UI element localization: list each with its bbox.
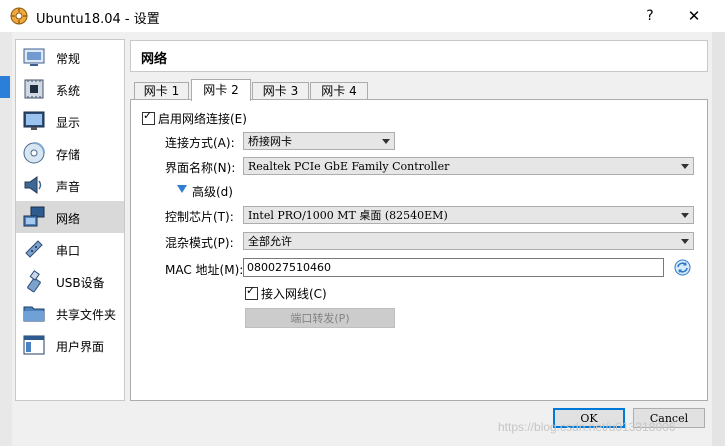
- expand-triangle-icon[interactable]: [177, 185, 187, 194]
- network-icon: [23, 206, 45, 227]
- help-button[interactable]: ?: [636, 4, 664, 28]
- cable-connected-checkbox[interactable]: ✓: [245, 284, 258, 300]
- page-header: 网络: [130, 40, 708, 72]
- sidebar-item-label: 常规: [56, 52, 81, 66]
- serial-port-icon: [25, 240, 43, 258]
- settings-sidebar: 常规 系统 显示 存储 声音 网络 串口 USB设备 共享文件夹 用户界面: [15, 39, 125, 401]
- interface-name-label: 界面名称(N):: [165, 161, 236, 175]
- sidebar-item-network[interactable]: 网络: [16, 201, 124, 233]
- chevron-down-icon: [382, 139, 390, 144]
- storage-disk-icon: [23, 142, 45, 164]
- chevron-down-icon: [681, 164, 689, 169]
- sidebar-item-system[interactable]: 系统: [16, 73, 124, 105]
- checkmark-icon: ✓: [143, 109, 153, 122]
- general-icon: [23, 48, 45, 66]
- mac-address-label: MAC 地址(M):: [165, 263, 244, 277]
- attached-to-value: 桥接网卡: [248, 135, 292, 148]
- enable-adapter-checkbox[interactable]: ✓: [142, 109, 155, 125]
- tab-adapter-1[interactable]: 网卡 1: [134, 82, 189, 100]
- window-title: Ubuntu18.04 - 设置: [36, 12, 160, 27]
- chevron-down-icon: [681, 213, 689, 218]
- tab-adapter-2[interactable]: 网卡 2: [191, 79, 251, 101]
- sidebar-item-display[interactable]: 显示: [16, 105, 124, 137]
- adapter-type-label: 控制芯片(T):: [165, 210, 234, 224]
- usb-icon: [27, 270, 41, 293]
- sidebar-item-usb[interactable]: USB设备: [16, 265, 124, 297]
- sidebar-item-label: 声音: [56, 180, 81, 194]
- interface-name-select[interactable]: Realtek PCIe GbE Family Controller: [243, 157, 694, 175]
- background-window-strip-right: [712, 32, 725, 446]
- virtualbox-app-icon: [10, 7, 28, 25]
- display-monitor-icon: [23, 111, 45, 130]
- sidebar-item-general[interactable]: 常规: [16, 41, 124, 73]
- title-bar: Ubuntu18.04 - 设置 ? ✕: [0, 0, 725, 32]
- promiscuous-mode-select[interactable]: 全部允许: [243, 232, 694, 250]
- close-button[interactable]: ✕: [678, 4, 710, 28]
- page-title: 网络: [141, 52, 168, 67]
- sidebar-item-label: USB设备: [56, 276, 105, 290]
- sidebar-item-storage[interactable]: 存储: [16, 137, 124, 169]
- checkmark-icon: ✓: [246, 284, 256, 297]
- user-interface-icon: [23, 335, 45, 355]
- sidebar-item-label: 显示: [56, 116, 81, 130]
- promiscuous-mode-label: 混杂模式(P):: [165, 236, 234, 250]
- sidebar-item-label: 用户界面: [56, 340, 105, 354]
- shared-folder-icon: [23, 306, 45, 322]
- sidebar-item-shared-folders[interactable]: 共享文件夹: [16, 297, 124, 329]
- sidebar-item-label: 存储: [56, 148, 81, 162]
- interface-name-value: Realtek PCIe GbE Family Controller: [248, 160, 450, 173]
- attached-to-select[interactable]: 桥接网卡: [243, 132, 395, 150]
- attached-to-label: 连接方式(A):: [165, 136, 235, 150]
- sidebar-item-label: 系统: [56, 84, 81, 98]
- sidebar-item-label: 共享文件夹: [56, 308, 117, 322]
- port-forwarding-button: 端口转发(P): [245, 308, 395, 328]
- watermark-text: https://blog.csdn.net/u013318006: [498, 420, 676, 434]
- tab-adapter-4[interactable]: 网卡 4: [310, 82, 368, 100]
- sidebar-item-user-interface[interactable]: 用户界面: [16, 329, 124, 361]
- chevron-down-icon: [681, 239, 689, 244]
- enable-adapter-label: 启用网络连接(E): [158, 112, 247, 126]
- sidebar-item-label: 网络: [56, 212, 81, 226]
- promiscuous-mode-value: 全部允许: [248, 235, 292, 248]
- adapter-type-select[interactable]: Intel PRO/1000 MT 桌面 (82540EM): [243, 206, 694, 224]
- advanced-toggle-label[interactable]: 高级(d): [192, 183, 233, 200]
- background-window-highlight: [0, 76, 10, 98]
- adapter-type-value: Intel PRO/1000 MT 桌面 (82540EM): [248, 209, 448, 222]
- refresh-mac-icon[interactable]: [674, 259, 691, 276]
- sidebar-item-audio[interactable]: 声音: [16, 169, 124, 201]
- speaker-icon: [24, 176, 42, 194]
- sidebar-item-serial[interactable]: 串口: [16, 233, 124, 265]
- cable-connected-label: 接入网线(C): [261, 287, 327, 301]
- system-chip-icon: [24, 79, 44, 99]
- mac-address-input[interactable]: 080027510460: [243, 258, 664, 277]
- sidebar-item-label: 串口: [56, 244, 81, 258]
- tab-adapter-3[interactable]: 网卡 3: [252, 82, 309, 100]
